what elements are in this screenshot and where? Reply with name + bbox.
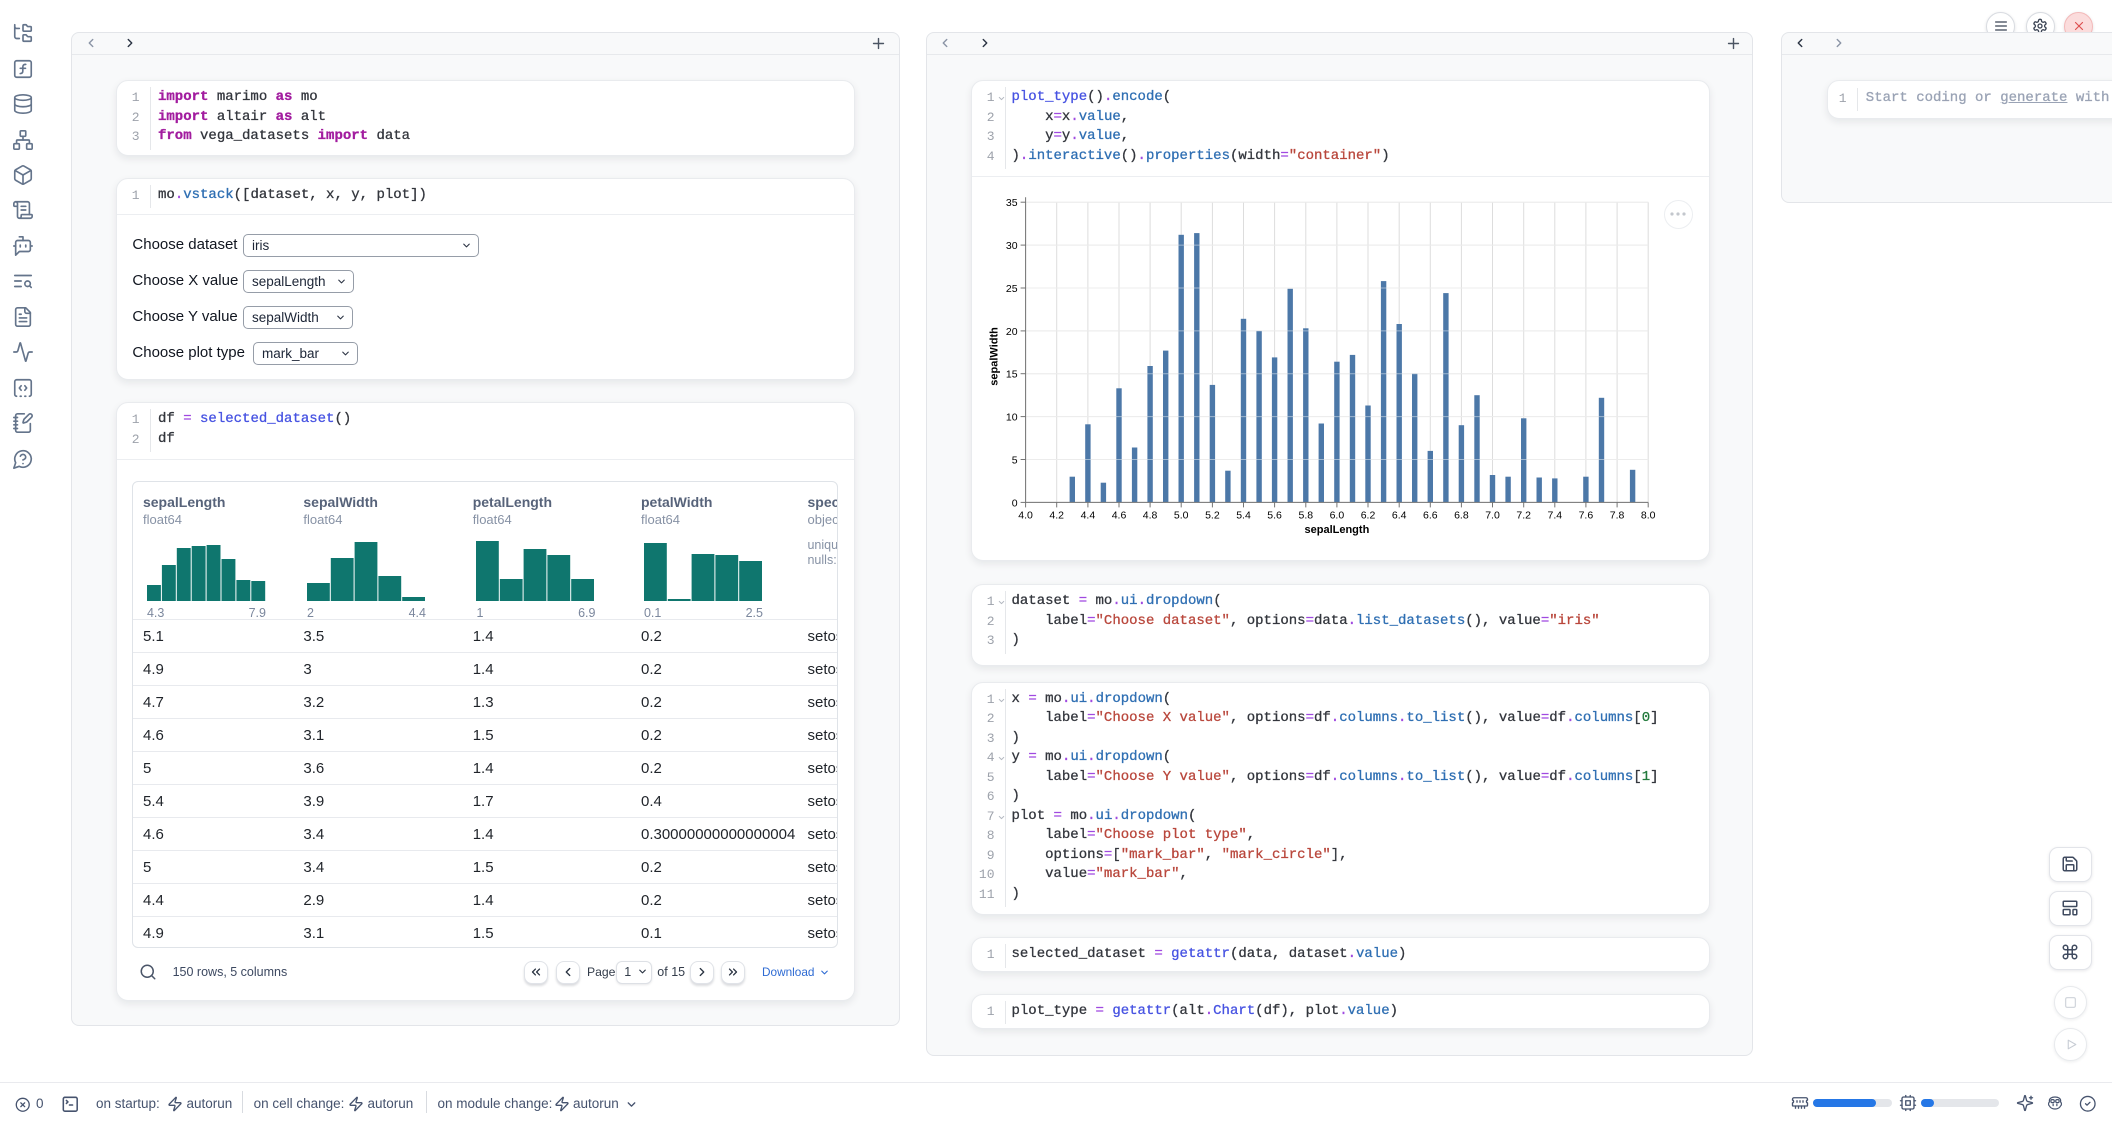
- svg-text:5.4: 5.4: [1236, 510, 1251, 522]
- svg-text:7.0: 7.0: [1485, 510, 1500, 522]
- svg-text:6.4: 6.4: [1392, 510, 1407, 522]
- svg-text:20: 20: [1006, 326, 1018, 338]
- svg-text:7.4: 7.4: [1547, 510, 1562, 522]
- svg-text:sepalWidth: sepalWidth: [989, 327, 1001, 386]
- svg-text:5.8: 5.8: [1298, 510, 1313, 522]
- svg-text:5.0: 5.0: [1174, 510, 1189, 522]
- svg-text:7.2: 7.2: [1516, 510, 1531, 522]
- svg-text:6.2: 6.2: [1361, 510, 1376, 522]
- svg-text:15: 15: [1006, 369, 1018, 381]
- svg-text:6.6: 6.6: [1423, 510, 1438, 522]
- svg-text:6.0: 6.0: [1330, 510, 1345, 522]
- svg-text:30: 30: [1006, 240, 1018, 252]
- svg-text:10: 10: [1006, 412, 1018, 424]
- svg-text:0: 0: [1012, 497, 1018, 509]
- svg-text:4.2: 4.2: [1049, 510, 1064, 522]
- svg-text:25: 25: [1006, 283, 1018, 295]
- svg-text:7.6: 7.6: [1579, 510, 1594, 522]
- svg-text:4.0: 4.0: [1018, 510, 1033, 522]
- svg-text:4.6: 4.6: [1112, 510, 1127, 522]
- svg-text:5.2: 5.2: [1205, 510, 1220, 522]
- svg-text:35: 35: [1006, 197, 1018, 209]
- svg-text:5: 5: [1012, 455, 1018, 467]
- svg-text:4.4: 4.4: [1081, 510, 1096, 522]
- svg-text:6.8: 6.8: [1454, 510, 1469, 522]
- svg-text:4.8: 4.8: [1143, 510, 1158, 522]
- svg-text:7.8: 7.8: [1610, 510, 1625, 522]
- svg-text:sepalLength: sepalLength: [1305, 524, 1370, 536]
- svg-text:8.0: 8.0: [1641, 510, 1656, 522]
- svg-text:5.6: 5.6: [1267, 510, 1282, 522]
